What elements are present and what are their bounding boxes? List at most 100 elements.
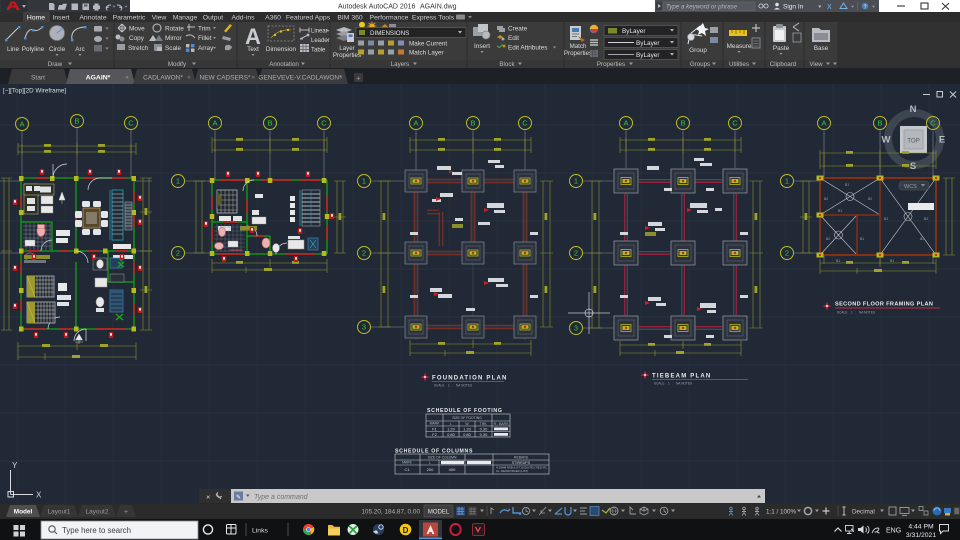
svg-text:Insert: Insert <box>53 15 70 22</box>
svg-text:AGAIN.dwg: AGAIN.dwg <box>420 4 457 11</box>
svg-text:AGAIN*: AGAIN* <box>86 75 111 82</box>
svg-text:2: 2 <box>574 249 578 258</box>
svg-text:1:1 / 100%: 1:1 / 100% <box>766 509 797 516</box>
svg-text:B2: B2 <box>920 237 924 241</box>
svg-text:Insert: Insert <box>474 43 490 50</box>
svg-text:Table: Table <box>311 48 326 54</box>
svg-text:FOUNDATION PLAN: FOUNDATION PLAN <box>432 376 508 382</box>
svg-text:B: B <box>877 119 882 128</box>
svg-text:Performance: Performance <box>370 15 409 22</box>
svg-text:B2: B2 <box>924 217 928 221</box>
svg-text:X: X <box>827 4 832 11</box>
svg-text:Layer: Layer <box>339 45 354 52</box>
svg-text:1: 1 <box>574 177 578 186</box>
svg-text:Home: Home <box>27 15 45 22</box>
svg-text:C: C <box>321 119 327 128</box>
svg-text:Dimension: Dimension <box>266 46 297 53</box>
svg-text:L: L <box>450 422 452 426</box>
svg-text:R - BARS: R - BARS <box>494 422 509 426</box>
svg-text:B1: B1 <box>845 183 849 187</box>
svg-text:4:44 PM: 4:44 PM <box>908 524 934 531</box>
svg-text:A360: A360 <box>265 15 281 22</box>
svg-text:Layout2: Layout2 <box>86 509 109 516</box>
svg-text:0.30: 0.30 <box>480 427 489 432</box>
svg-text:Move: Move <box>129 26 145 33</box>
svg-text:2: 2 <box>785 249 789 258</box>
svg-text:×: × <box>251 75 255 82</box>
svg-text:×: × <box>187 75 191 82</box>
svg-text:A: A <box>623 119 628 128</box>
svg-text:B2: B2 <box>884 217 888 221</box>
svg-text:Manage: Manage <box>173 15 198 22</box>
svg-text:B: B <box>74 117 79 126</box>
svg-text:NEW CADSERS*: NEW CADSERS* <box>200 75 251 82</box>
svg-text:1: 1 <box>362 177 366 186</box>
svg-text:Text: Text <box>247 46 259 53</box>
svg-text:TIEBEAM PLAN: TIEBEAM PLAN <box>652 374 711 380</box>
svg-text:Polyline: Polyline <box>22 46 45 53</box>
svg-text:Decimal: Decimal <box>852 509 875 516</box>
svg-text:Parametric: Parametric <box>113 15 146 22</box>
svg-text:1.20: 1.20 <box>463 427 472 432</box>
svg-text:C: C <box>930 119 936 128</box>
svg-text:D: D <box>403 526 409 535</box>
svg-text:SCHEDULE OF FOOTING: SCHEDULE OF FOOTING <box>427 408 503 414</box>
svg-text:Links: Links <box>252 528 268 535</box>
svg-text:L: L <box>429 461 431 465</box>
svg-text:Sign In: Sign In <box>783 4 804 11</box>
svg-text:B1: B1 <box>860 237 864 241</box>
svg-text:MARK: MARK <box>430 422 441 426</box>
svg-text:Measure: Measure <box>727 43 752 50</box>
svg-text:Edit: Edit <box>508 35 519 42</box>
svg-text:×: × <box>125 75 129 82</box>
svg-text:0.80: 0.80 <box>463 432 472 437</box>
svg-text:Linear: Linear <box>311 29 328 35</box>
svg-text:+: + <box>124 509 128 516</box>
svg-text:E: E <box>939 135 945 146</box>
svg-text:S: S <box>910 161 916 172</box>
svg-text:A: A <box>413 119 418 128</box>
svg-text:A: A <box>19 120 24 129</box>
svg-text:A: A <box>212 119 217 128</box>
svg-text:Y: Y <box>12 461 18 470</box>
svg-text:400: 400 <box>449 467 456 472</box>
svg-text:Annotate: Annotate <box>79 15 106 22</box>
svg-text:BIM 360: BIM 360 <box>337 15 363 22</box>
svg-text:Copy: Copy <box>129 35 145 42</box>
svg-text:SCHEDULE OF COLUMNS: SCHEDULE OF COLUMNS <box>395 449 473 455</box>
svg-text:View: View <box>809 61 823 68</box>
svg-text:ByLayer: ByLayer <box>622 28 646 35</box>
svg-text:200: 200 <box>427 467 434 472</box>
svg-text:Layout1: Layout1 <box>48 509 71 516</box>
svg-text:B: B <box>267 119 272 128</box>
svg-text:ByLayer: ByLayer <box>636 40 660 47</box>
svg-text:Properties: Properties <box>564 50 592 57</box>
svg-text:Array: Array <box>198 45 214 52</box>
svg-text:C: C <box>128 119 134 128</box>
svg-text:CADLAWON*: CADLAWON* <box>143 75 183 82</box>
svg-text:1: 1 <box>785 177 789 186</box>
svg-text:A: A <box>821 119 826 128</box>
svg-text:Arc: Arc <box>75 46 85 53</box>
svg-text:Annotation: Annotation <box>269 61 299 68</box>
svg-text:1: 1 <box>176 177 180 186</box>
svg-text:B1: B1 <box>890 259 894 263</box>
svg-text:Draw: Draw <box>48 61 63 68</box>
svg-text:ByLayer: ByLayer <box>636 52 660 59</box>
svg-text:Fillet: Fillet <box>198 35 212 42</box>
svg-text:CL. REINFORCED (LIST): CL. REINFORCED (LIST) <box>496 469 528 473</box>
svg-text:MODEL: MODEL <box>428 510 450 516</box>
svg-text:Properties: Properties <box>333 52 361 59</box>
svg-text:Type a command: Type a command <box>254 494 309 501</box>
svg-text:Make Current: Make Current <box>409 41 447 48</box>
svg-text:Featured Apps: Featured Apps <box>286 15 331 22</box>
svg-text:Add-ins: Add-ins <box>231 15 255 22</box>
svg-text:Trim: Trim <box>198 26 211 33</box>
svg-text:Leader: Leader <box>311 38 330 44</box>
svg-text:SECOND FLOOR FRAMING PLAN: SECOND FLOOR FRAMING PLAN <box>835 302 933 308</box>
svg-text:SIZE OF COLUMN: SIZE OF COLUMN <box>428 456 457 460</box>
svg-text:Base: Base <box>814 45 829 52</box>
svg-text:?: ? <box>863 4 866 10</box>
svg-text:B2: B2 <box>824 197 828 201</box>
svg-text:3: 3 <box>362 323 366 332</box>
